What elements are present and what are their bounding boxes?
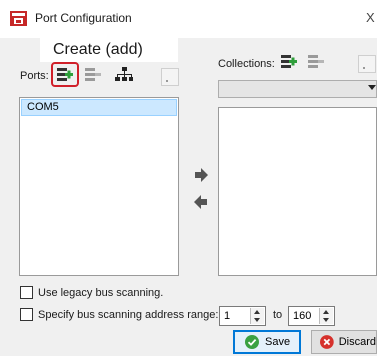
network-button[interactable] bbox=[114, 66, 134, 84]
add-collection-icon bbox=[281, 55, 297, 68]
legacy-scan-checkbox[interactable] bbox=[20, 286, 33, 299]
arrow-left-icon[interactable] bbox=[193, 194, 209, 210]
discard-button[interactable]: Discard bbox=[311, 330, 377, 354]
collections-list[interactable] bbox=[218, 107, 377, 276]
close-button[interactable]: X bbox=[366, 10, 375, 25]
ports-more-button[interactable] bbox=[161, 68, 179, 86]
list-item[interactable]: COM5 bbox=[21, 99, 177, 116]
add-port-button[interactable] bbox=[55, 66, 75, 84]
edit-collection-icon bbox=[308, 55, 324, 68]
save-button[interactable]: Save bbox=[233, 330, 301, 354]
app-icon bbox=[10, 11, 27, 26]
cancel-icon bbox=[320, 335, 334, 349]
arrow-right-icon[interactable] bbox=[193, 167, 209, 183]
ports-label: Ports: bbox=[20, 70, 49, 82]
range-to-value: 160 bbox=[293, 310, 312, 322]
checkmark-icon bbox=[245, 335, 259, 349]
range-to-stepper[interactable]: 160 bbox=[288, 306, 335, 326]
edit-port-icon bbox=[85, 68, 101, 81]
range-from-value: 1 bbox=[224, 310, 231, 322]
add-port-icon bbox=[57, 68, 73, 81]
range-to-label: to bbox=[273, 309, 283, 321]
add-collection-button[interactable] bbox=[279, 53, 299, 71]
chevron-down-icon bbox=[368, 85, 376, 90]
legacy-scan-label: Use legacy bus scanning. bbox=[38, 287, 164, 299]
edit-collection-button[interactable] bbox=[306, 53, 326, 71]
collections-label: Collections: bbox=[218, 58, 275, 70]
ports-list[interactable]: COM5 bbox=[19, 97, 179, 276]
save-label: Save bbox=[265, 336, 291, 348]
tooltip: Create (add) bbox=[40, 38, 178, 62]
network-icon bbox=[115, 67, 133, 81]
edit-port-button[interactable] bbox=[83, 66, 103, 84]
range-to-spin-buttons[interactable] bbox=[319, 308, 333, 324]
discard-label: Discard bbox=[338, 336, 376, 348]
collections-dropdown[interactable] bbox=[218, 80, 377, 98]
range-from-stepper[interactable]: 1 bbox=[219, 306, 266, 326]
collections-more-button[interactable] bbox=[358, 55, 376, 73]
range-label: Specify bus scanning address range: bbox=[38, 309, 219, 321]
range-checkbox[interactable] bbox=[20, 308, 33, 321]
range-from-spin-buttons[interactable] bbox=[250, 308, 264, 324]
window-title: Port Configuration bbox=[35, 11, 132, 25]
